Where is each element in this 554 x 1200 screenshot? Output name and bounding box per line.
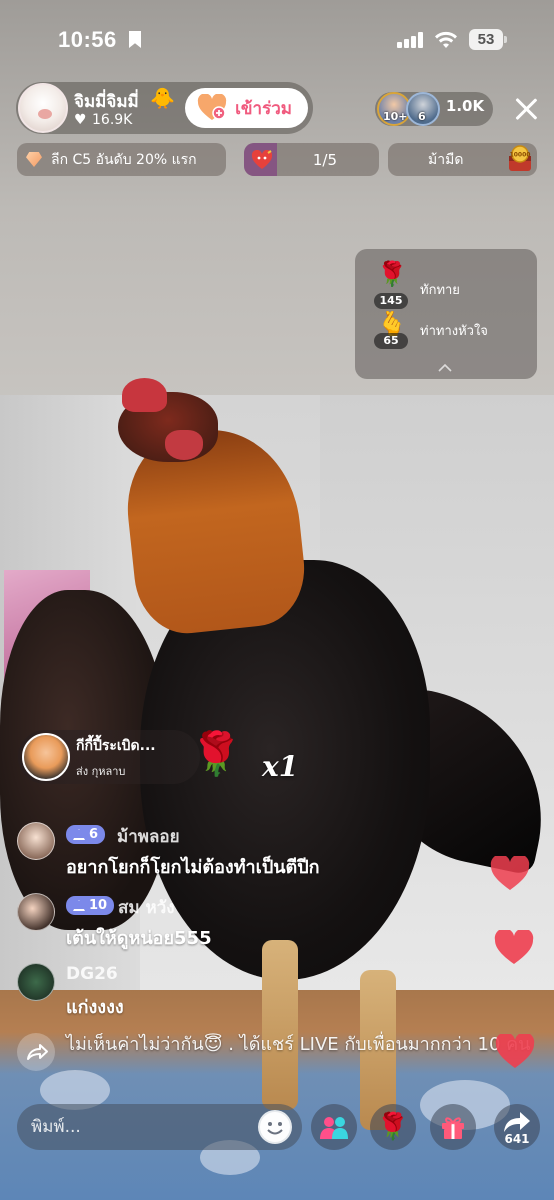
gift-button[interactable] xyxy=(430,1104,476,1150)
share-notice-icon-wrap xyxy=(17,1033,55,1071)
dark-horse-label: ม้ามืด xyxy=(428,151,464,168)
signal-icon xyxy=(397,32,424,48)
level-triangle-icon xyxy=(73,829,85,840)
user-level-badge: 6 xyxy=(66,825,106,844)
rose-gift-icon: 🌹 xyxy=(376,1112,410,1142)
treasure-coin-icon: 10000 xyxy=(509,145,531,171)
rose-quick-gift-button[interactable]: 🌹 xyxy=(370,1104,416,1150)
rose-icon: 🌹 xyxy=(377,260,407,288)
commenter-name[interactable]: สม หวัง xyxy=(118,894,175,921)
commenter-name[interactable]: ม้าพลอย xyxy=(117,823,180,850)
commenter-avatar[interactable] xyxy=(17,963,55,1001)
viewer-count[interactable]: 1.0K xyxy=(440,97,490,115)
heart-icon: ♥ xyxy=(74,111,87,128)
commenter-name[interactable]: DG26 xyxy=(66,964,118,984)
bookmark-icon xyxy=(129,31,141,48)
rooster-leg xyxy=(262,940,298,1110)
floating-heart-icon xyxy=(494,930,534,964)
quick-gift-label: ทักทาย xyxy=(420,283,460,298)
goal-progress: 1/5 xyxy=(312,150,337,169)
share-notice-text: ไม่เห็นค่าไม่ว่ากัน😇 . ได้แชร์ LIVE กับเ… xyxy=(66,1034,531,1055)
quick-gift-count: 65 xyxy=(374,333,408,349)
gift-sender-avatar[interactable] xyxy=(22,733,70,781)
comment-text: แก่งงงง xyxy=(66,997,124,1018)
rose-gift-icon: 🌹 xyxy=(190,729,243,778)
chick-emoji-icon: 🐥 xyxy=(150,86,175,110)
share-arrow-icon xyxy=(27,1044,48,1060)
level-triangle-icon xyxy=(73,900,85,911)
share-arrow-icon xyxy=(504,1112,530,1132)
comment-text: อยากโยกก็โยกไม่ต้องทำเป็นตีปีก xyxy=(66,857,320,878)
join-label: เข้าร่วม xyxy=(235,98,292,119)
heart-face-icon xyxy=(251,150,273,169)
rooster-comb xyxy=(122,378,167,412)
multi-guest-icon xyxy=(320,1117,348,1139)
status-bar: 10:56 53 xyxy=(0,0,554,80)
viewer-rank-badge: 6 xyxy=(418,110,426,123)
likes-count: 16.9K xyxy=(92,112,133,128)
host-likes: ♥ 16.9K xyxy=(74,112,132,128)
gift-sender-name: กีกี้ปี้ระเบิด... xyxy=(76,738,156,754)
host-name[interactable]: จิมมี่จิมมี่ xyxy=(74,88,139,115)
quick-gift-panel: 🌹 145 ทักทาย 🫰 65 ท่าทางหัวใจ xyxy=(355,249,537,379)
user-level-badge: 10 xyxy=(66,896,115,915)
heart-plus-icon xyxy=(197,94,227,120)
wifi-icon xyxy=(435,31,457,48)
league-rank-label: ลีก C5 อันดับ 20% แรก xyxy=(51,151,197,168)
floating-heart-icon xyxy=(490,856,530,890)
clock: 10:56 xyxy=(58,27,117,52)
level-number: 10 xyxy=(89,898,108,913)
share-count: 641 xyxy=(504,1132,530,1146)
commenter-avatar[interactable] xyxy=(17,822,55,860)
chevron-up-icon[interactable] xyxy=(438,364,452,372)
comment-input[interactable] xyxy=(31,1104,251,1150)
floating-heart-icon xyxy=(495,1034,535,1068)
battery-level: 53 xyxy=(469,29,503,50)
level-number: 6 xyxy=(89,827,99,842)
host-avatar[interactable] xyxy=(18,83,68,133)
quick-gift-item[interactable]: 🫰 65 ท่าทางหัวใจ xyxy=(355,307,537,357)
gift-multiplier: x1 xyxy=(262,750,299,783)
comment-text: เต้นให้ดูหน่อย555 xyxy=(66,928,212,949)
emoji-icon[interactable] xyxy=(258,1110,292,1144)
league-rank-chip[interactable]: ลีก C5 อันดับ 20% แรก xyxy=(17,143,226,176)
rooster-wattle xyxy=(165,430,203,460)
viewer-rank-badge: 10+ xyxy=(383,110,408,123)
coin-value: 10000 xyxy=(510,152,531,159)
gift-box-icon xyxy=(442,1117,464,1139)
battery-icon: 53 xyxy=(469,29,507,50)
commenter-avatar[interactable] xyxy=(17,893,55,931)
quick-gift-item[interactable]: 🌹 145 ทักทาย xyxy=(355,257,537,309)
quick-gift-label: ท่าทางหัวใจ xyxy=(420,324,488,339)
multi-guest-button[interactable] xyxy=(311,1104,357,1150)
close-icon[interactable] xyxy=(512,95,540,123)
gift-action-text: ส่ง กุหลาบ xyxy=(76,765,126,778)
